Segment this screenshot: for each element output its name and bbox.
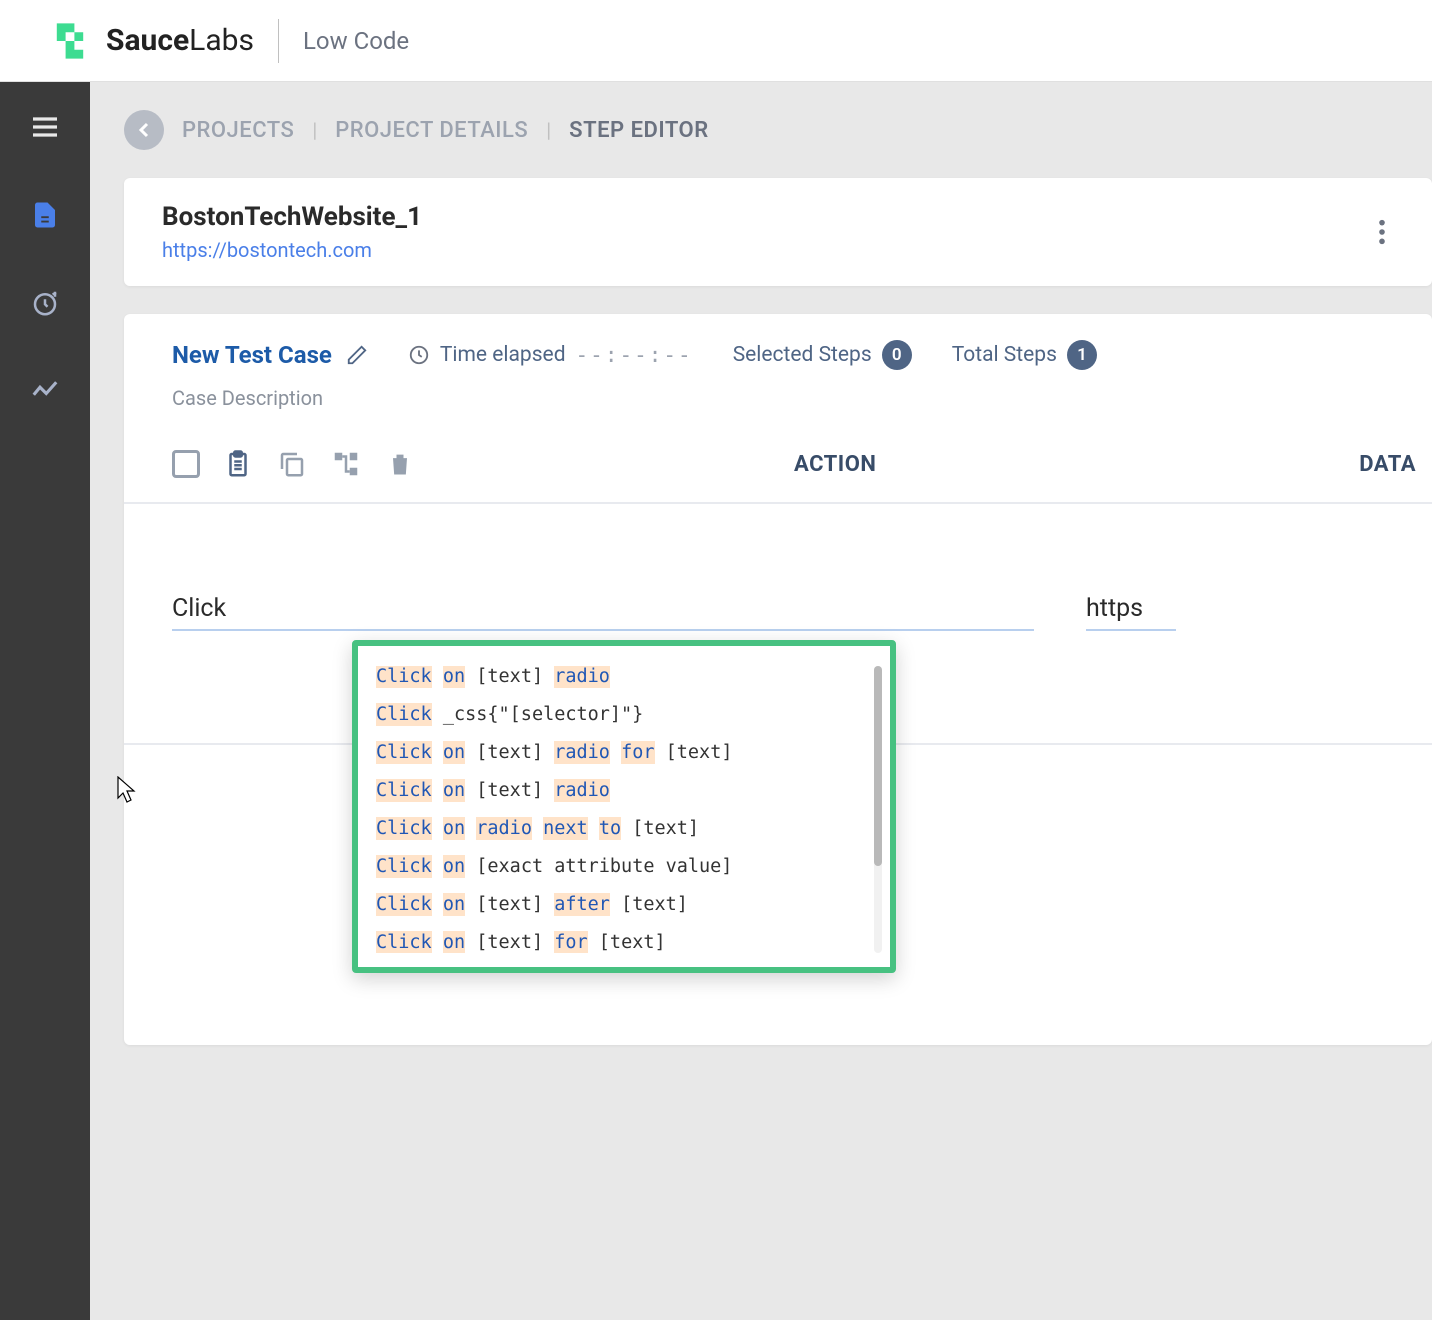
- app-header: SauceLabs Low Code: [0, 0, 1432, 82]
- main-content: PROJECTS | PROJECT DETAILS | STEP EDITOR…: [90, 82, 1432, 1320]
- selected-label: Selected Steps: [733, 343, 872, 367]
- edit-name-icon[interactable]: [346, 344, 368, 366]
- breadcrumb-item-current: STEP EDITOR: [569, 118, 709, 143]
- back-button[interactable]: [124, 110, 164, 150]
- autocomplete-item[interactable]: Click _css{"[selector]"}: [376, 704, 868, 725]
- copy-icon[interactable]: [276, 448, 308, 480]
- time-elapsed: Time elapsed --:--:--: [408, 343, 693, 367]
- breadcrumb-sep: |: [546, 118, 551, 142]
- paste-icon[interactable]: [222, 448, 254, 480]
- elapsed-label: Time elapsed: [440, 343, 566, 367]
- project-url[interactable]: https://bostontech.com: [162, 238, 1370, 262]
- total-steps: Total Steps 1: [952, 340, 1097, 370]
- delete-icon[interactable]: [384, 448, 416, 480]
- autocomplete-item[interactable]: Click on [text] for [text]: [376, 932, 868, 953]
- autocomplete-item[interactable]: Click on [text] radio: [376, 666, 868, 687]
- breadcrumb-item[interactable]: PROJECT DETAILS: [335, 118, 528, 143]
- flow-icon[interactable]: [330, 448, 362, 480]
- autocomplete-dropdown: Click on [text] radio Click _css{"[select…: [352, 640, 896, 973]
- autocomplete-item[interactable]: Click on radio next to [text]: [376, 818, 868, 839]
- sidebar-item-document[interactable]: [26, 196, 64, 234]
- autocomplete-item[interactable]: Click on [text] after [text]: [376, 894, 868, 915]
- clock-icon: [408, 344, 430, 366]
- action-input[interactable]: [172, 588, 1034, 631]
- autocomplete-item[interactable]: Click on [text] radio for [text]: [376, 742, 868, 763]
- column-action: ACTION: [794, 452, 876, 477]
- column-data: DATA: [1359, 452, 1416, 477]
- step-input-row: Click on [text] radio Click _css{"[select…: [124, 504, 1432, 745]
- project-name: BostonTechWebsite_1: [162, 202, 1370, 232]
- autocomplete-item[interactable]: Click on [exact attribute value]: [376, 856, 868, 877]
- autocomplete-item[interactable]: Click on [text] radio: [376, 780, 868, 801]
- data-input[interactable]: [1086, 588, 1176, 631]
- sidebar-item-schedule[interactable]: [26, 284, 64, 322]
- testcase-name-text: New Test Case: [172, 341, 332, 369]
- project-menu-button[interactable]: [1370, 218, 1394, 246]
- step-editor-card: New Test Case Time elapsed --:--:-- Sele…: [124, 314, 1432, 1045]
- selected-count-badge: 0: [882, 340, 912, 370]
- sidebar: [0, 82, 90, 1320]
- total-count-badge: 1: [1067, 340, 1097, 370]
- breadcrumb-item[interactable]: PROJECTS: [182, 118, 294, 143]
- elapsed-value: --:--:--: [576, 343, 693, 367]
- brand-logo[interactable]: SauceLabs: [48, 19, 254, 63]
- case-description[interactable]: Case Description: [172, 386, 1384, 410]
- total-label: Total Steps: [952, 343, 1057, 367]
- project-card: BostonTechWebsite_1 https://bostontech.c…: [124, 178, 1432, 286]
- sidebar-item-analytics[interactable]: [26, 372, 64, 410]
- hamburger-menu-icon[interactable]: [26, 108, 64, 146]
- saucelabs-icon: [48, 19, 92, 63]
- testcase-name: New Test Case: [172, 341, 368, 369]
- breadcrumb-sep: |: [312, 118, 317, 142]
- steps-toolbar: ACTION DATA: [124, 428, 1432, 504]
- select-all-checkbox[interactable]: [172, 450, 200, 478]
- autocomplete-scrollbar[interactable]: [874, 666, 882, 953]
- header-subtitle: Low Code: [303, 27, 409, 55]
- header-divider: [278, 19, 279, 63]
- selected-steps: Selected Steps 0: [733, 340, 912, 370]
- breadcrumb: PROJECTS | PROJECT DETAILS | STEP EDITOR: [124, 110, 1432, 150]
- brand-text: SauceLabs: [106, 23, 254, 58]
